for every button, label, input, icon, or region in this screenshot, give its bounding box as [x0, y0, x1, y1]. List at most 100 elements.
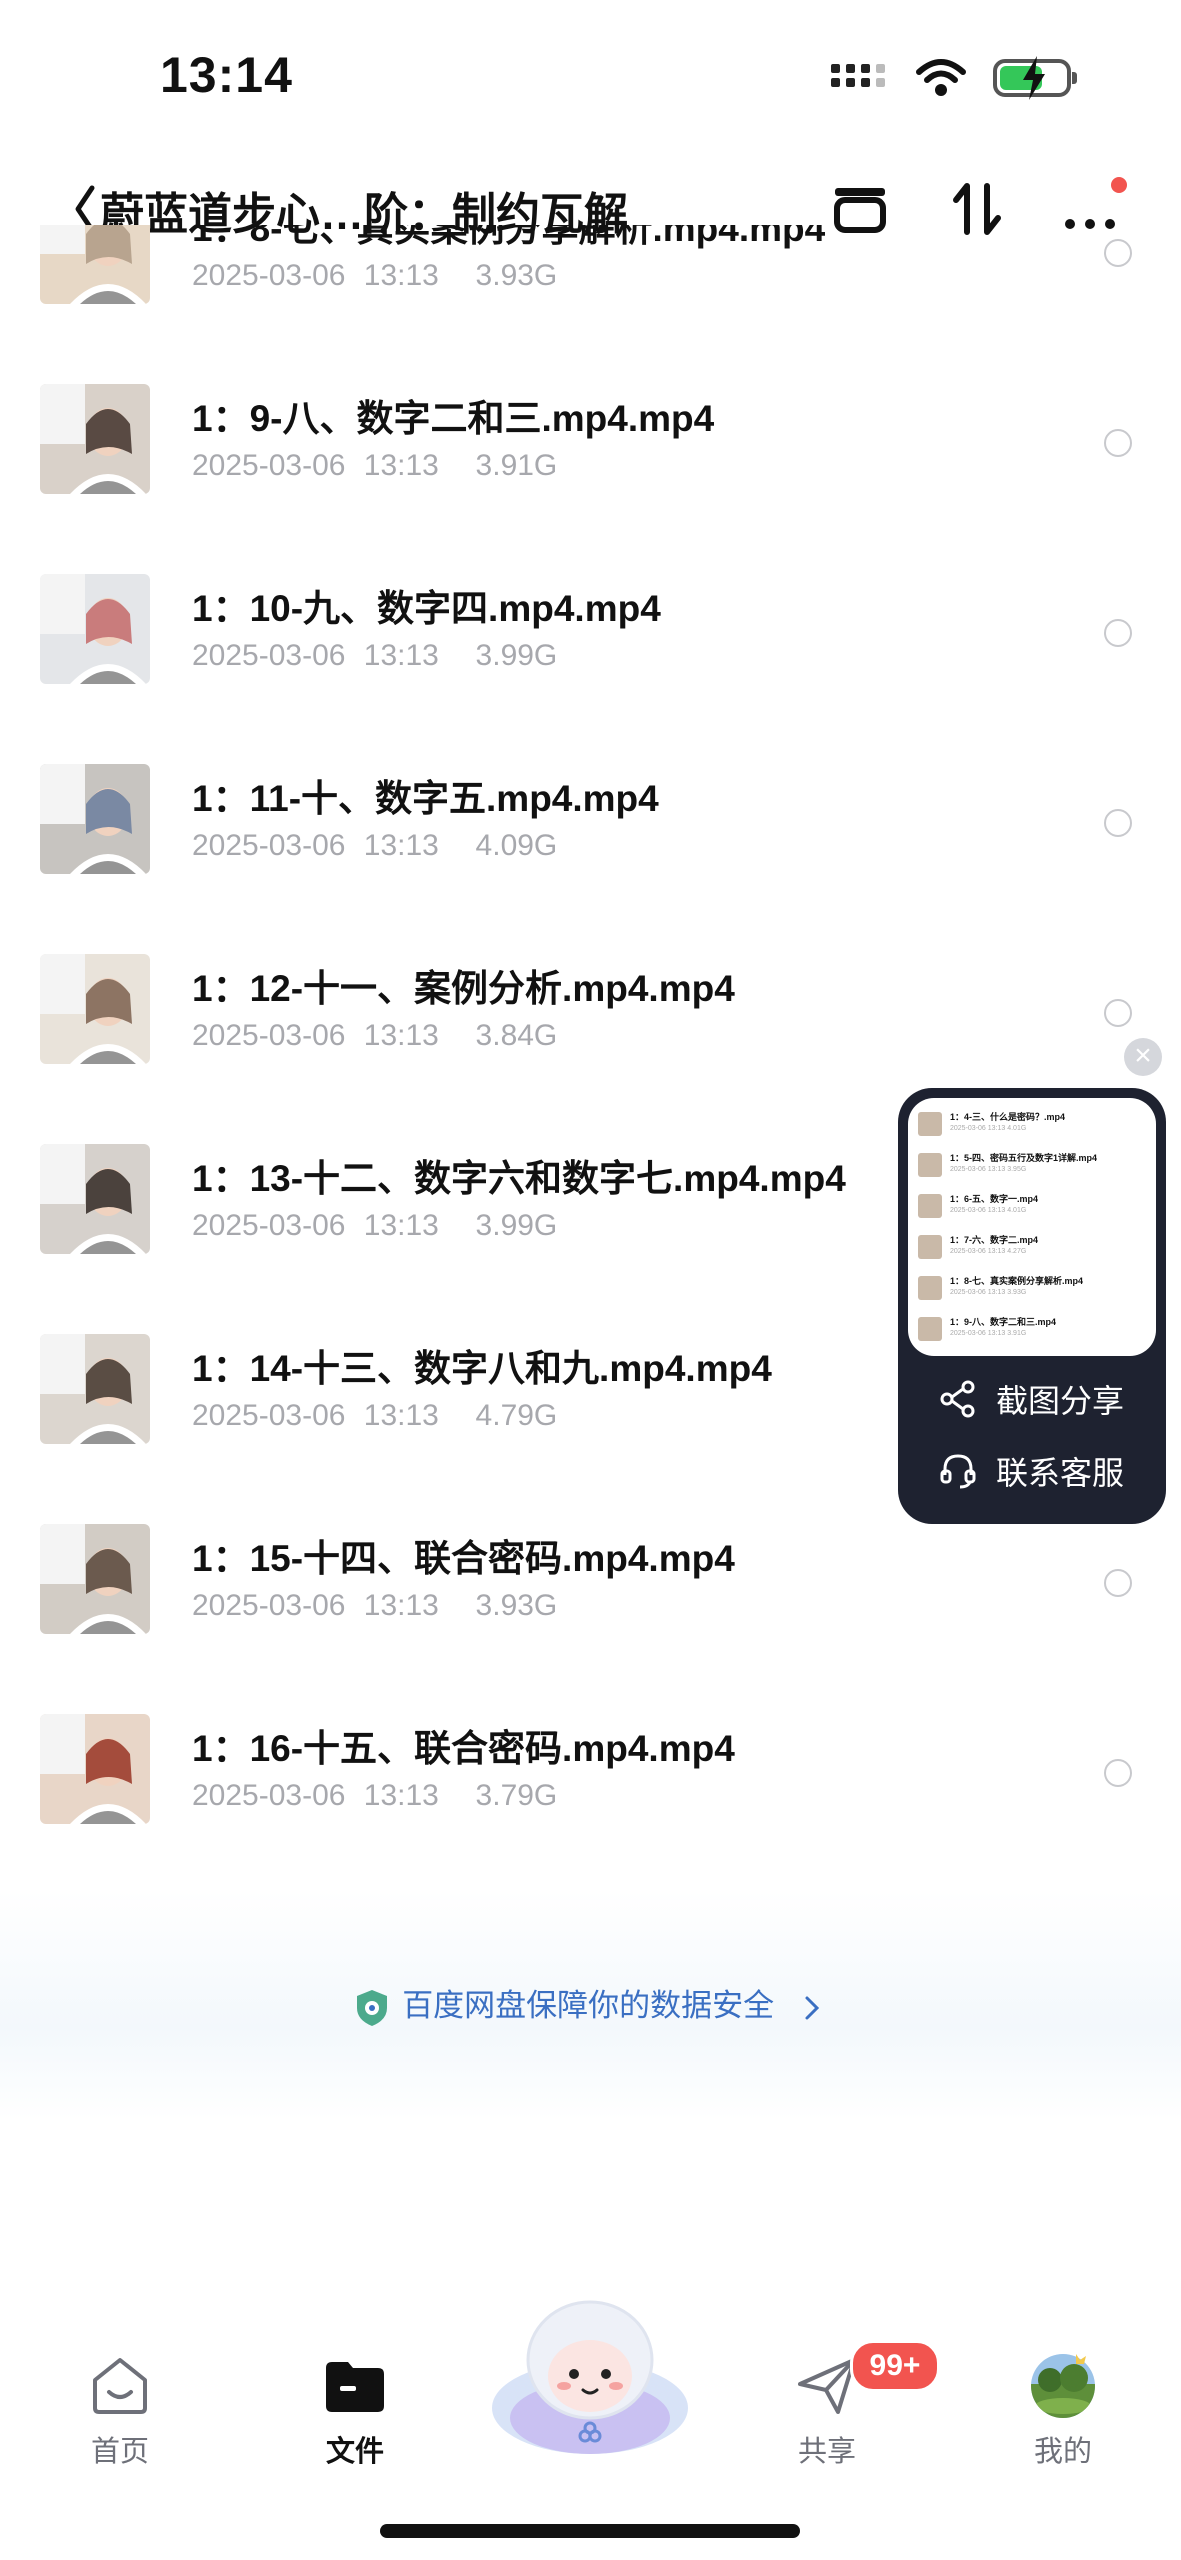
file-meta: 2025-03-06 13:13 4.79G	[192, 1399, 557, 1433]
shield-icon	[357, 1989, 388, 2026]
file-meta: 2025-03-06 13:13 3.79G	[192, 1779, 557, 1813]
file-list: 1：8-七、真实案例分享解析.mp4.mp4 2025-03-06 13:13 3…	[0, 225, 1181, 1875]
file-name: 1：13-十二、数字六和数字七.mp4.mp4	[192, 1158, 846, 1199]
file-size: 4.79G	[475, 1399, 558, 1432]
status-time: 13:14	[160, 47, 293, 103]
preview-file-name: 1：8-七、真实案例分享解析.mp4	[950, 1276, 1084, 1286]
screenshot-preview[interactable]: 1：4-三、什么是密码？.mp4 2025-03-06 13:13 4.01G 1：…	[908, 1098, 1156, 1356]
home-icon	[93, 2358, 147, 2414]
file-row[interactable]: 1：16-十五、联合密码.mp4.mp4 2025-03-06 13:13 3.7…	[0, 1680, 1181, 1870]
preview-row: 1：7-六、数字二.mp4 2025-03-06 13:13 4.27G	[908, 1229, 1156, 1269]
file-date: 2025-03-06 13:13	[192, 829, 439, 862]
preview-file-meta: 2025-03-06 13:13 4.01G	[950, 1125, 1027, 1132]
video-thumbnail	[40, 954, 150, 1064]
contact-support-button[interactable]: 联系客服	[938, 1446, 1124, 1496]
security-area: 百度网盘保障你的数据安全	[0, 1890, 1181, 2120]
file-meta: 2025-03-06 13:13 3.84G	[192, 1019, 557, 1053]
tab-home-label: 首页	[90, 2436, 149, 2468]
video-thumbnail	[40, 225, 150, 304]
preview-row: 1：9-八、数字二和三.mp4 2025-03-06 13:13 3.91G	[908, 1311, 1156, 1351]
preview-file-name: 1：7-六、数字二.mp4	[950, 1235, 1039, 1245]
file-date: 2025-03-06 13:13	[192, 449, 439, 482]
headset-icon	[940, 1454, 976, 1489]
select-radio[interactable]	[1104, 619, 1132, 647]
file-date: 2025-03-06 13:13	[192, 1589, 439, 1622]
preview-file-meta: 2025-03-06 13:13 3.95G	[950, 1166, 1027, 1173]
security-banner[interactable]: 百度网盘保障你的数据安全	[0, 1980, 1181, 2028]
tab-profile[interactable]: 我的	[988, 2300, 1138, 2480]
select-radio[interactable]	[1104, 809, 1132, 837]
file-row[interactable]: 1：12-十一、案例分析.mp4.mp4 2025-03-06 13:13 3.8…	[0, 920, 1181, 1110]
video-thumbnail	[40, 764, 150, 874]
preview-file-meta: 2025-03-06 13:13 3.93G	[950, 1289, 1027, 1296]
tab-files-label: 文件	[325, 2436, 384, 2468]
status-icons	[831, 56, 1077, 100]
preview-file-name: 1：6-五、数字一.mp4	[950, 1194, 1039, 1204]
file-date: 2025-03-06 13:13	[192, 639, 439, 672]
tab-profile-label: 我的	[1033, 2436, 1092, 2468]
file-date: 2025-03-06 13:13	[192, 1399, 439, 1432]
share-nodes-icon	[940, 1380, 975, 1418]
preview-file-meta: 2025-03-06 13:13 3.91G	[950, 1330, 1027, 1337]
preview-thumbnail	[918, 1153, 942, 1177]
file-size: 3.91G	[475, 449, 558, 482]
tab-files[interactable]: 文件	[280, 2300, 430, 2480]
home-indicator	[380, 2524, 800, 2538]
preview-file-name: 1：4-三、什么是密码？.mp4	[950, 1112, 1066, 1122]
file-meta: 2025-03-06 13:13 3.91G	[192, 449, 557, 483]
preview-file-name: 1：5-四、密码五行及数字1详解.mp4	[950, 1153, 1098, 1163]
wifi-icon	[916, 59, 966, 96]
preview-row: 1：5-四、密码五行及数字1详解.mp4 2025-03-06 13:13 3.9…	[908, 1147, 1156, 1187]
file-name: 1：15-十四、联合密码.mp4.mp4	[192, 1538, 735, 1579]
preview-thumbnail	[918, 1194, 942, 1218]
file-size: 3.93G	[475, 259, 558, 292]
file-name: 1：12-十一、案例分析.mp4.mp4	[192, 968, 735, 1009]
file-row[interactable]: 1：10-九、数字四.mp4.mp4 2025-03-06 13:13 3.99G	[0, 540, 1181, 730]
security-banner-text: 百度网盘保障你的数据安全	[402, 1988, 775, 2023]
preview-row: 1：8-七、真实案例分享解析.mp4 2025-03-06 13:13 3.93G	[908, 1270, 1156, 1310]
preview-file-meta: 2025-03-06 13:13 4.27G	[950, 1248, 1027, 1255]
file-size: 4.09G	[475, 829, 558, 862]
screenshot-share-button[interactable]: 截图分享	[938, 1374, 1124, 1424]
file-name: 1：8-七、真实案例分享解析.mp4.mp4	[192, 225, 826, 249]
assistant-mascot-button[interactable]	[490, 2290, 690, 2460]
select-radio[interactable]	[1104, 999, 1132, 1027]
contact-support-label: 联系客服	[996, 1455, 1125, 1491]
file-meta: 2025-03-06 13:13 3.93G	[192, 1589, 557, 1623]
file-name: 1：14-十三、数字八和九.mp4.mp4	[192, 1348, 772, 1389]
select-radio[interactable]	[1104, 1759, 1132, 1787]
file-meta: 2025-03-06 13:13 3.99G	[192, 639, 557, 673]
tab-home[interactable]: 首页	[45, 2300, 195, 2480]
select-radio[interactable]	[1104, 239, 1132, 267]
battery-icon	[993, 56, 1077, 100]
share-count-badge: 99+	[850, 2340, 940, 2392]
screenshot-float-panel: 1：4-三、什么是密码？.mp4 2025-03-06 13:13 4.01G 1：…	[898, 1088, 1166, 1524]
video-thumbnail	[40, 1714, 150, 1824]
file-name: 1：9-八、数字二和三.mp4.mp4	[192, 398, 715, 439]
preview-thumbnail	[918, 1317, 942, 1341]
preview-file-name: 1：9-八、数字二和三.mp4	[950, 1317, 1057, 1327]
video-thumbnail	[40, 574, 150, 684]
preview-file-meta: 2025-03-06 13:13 4.01G	[950, 1207, 1027, 1214]
preview-thumbnail	[918, 1112, 942, 1136]
file-meta: 2025-03-06 13:13 4.09G	[192, 829, 557, 863]
avatar	[1031, 2354, 1095, 2418]
file-row[interactable]: 1：11-十、数字五.mp4.mp4 2025-03-06 13:13 4.09G	[0, 730, 1181, 920]
folder-icon	[326, 2362, 384, 2412]
file-size: 3.99G	[475, 639, 558, 672]
file-meta: 2025-03-06 13:13 3.99G	[192, 1209, 557, 1243]
file-date: 2025-03-06 13:13	[192, 1019, 439, 1052]
select-radio[interactable]	[1104, 1569, 1132, 1597]
preview-row: 1：6-五、数字一.mp4 2025-03-06 13:13 4.01G	[908, 1188, 1156, 1228]
file-name: 1：16-十五、联合密码.mp4.mp4	[192, 1728, 735, 1769]
file-size: 3.84G	[475, 1019, 558, 1052]
video-thumbnail	[40, 1144, 150, 1254]
file-row[interactable]: 1：9-八、数字二和三.mp4.mp4 2025-03-06 13:13 3.91…	[0, 350, 1181, 540]
float-close-button[interactable]: ×	[1124, 1038, 1162, 1076]
video-thumbnail	[40, 1334, 150, 1444]
file-row[interactable]: 1：8-七、真实案例分享解析.mp4.mp4 2025-03-06 13:13 3…	[0, 225, 1181, 350]
select-radio[interactable]	[1104, 429, 1132, 457]
video-thumbnail	[40, 384, 150, 494]
screenshot-share-label: 截图分享	[996, 1383, 1125, 1419]
video-thumbnail	[40, 1524, 150, 1634]
